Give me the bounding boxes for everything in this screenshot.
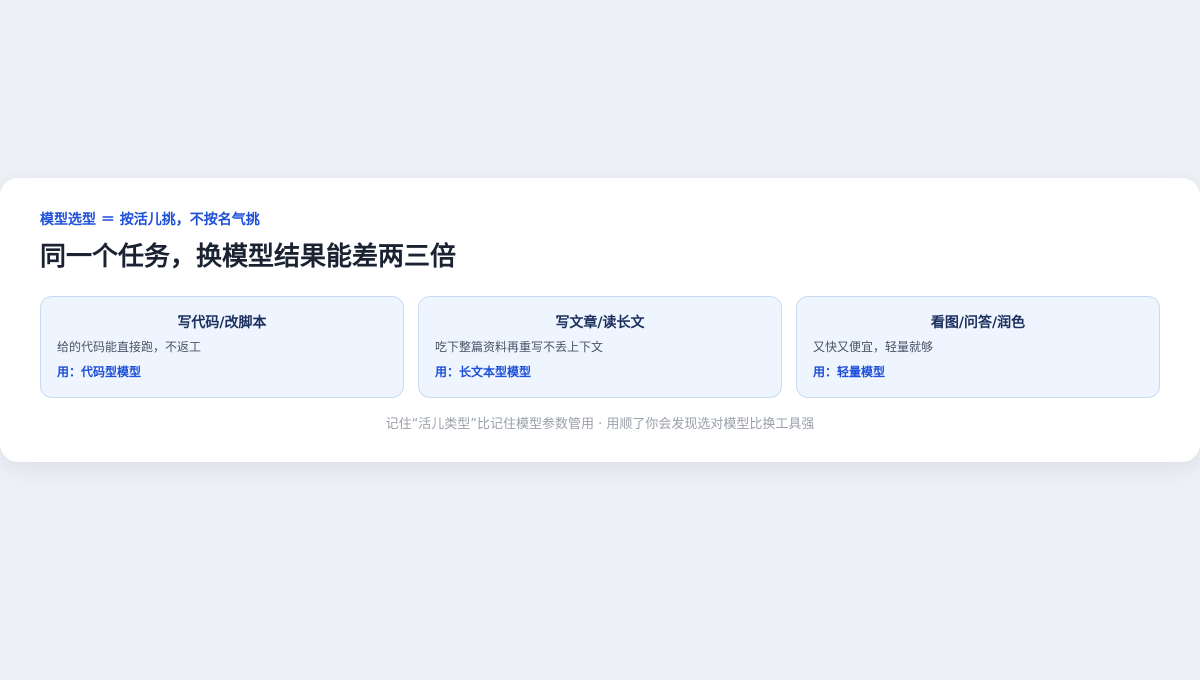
info-card: 模型选型 ＝ 按活儿挑，不按名气挑 同一个任务，换模型结果能差两三倍 写代码/改… xyxy=(0,178,1200,462)
tile-writing: 写文章/读长文 吃下整篇资料再重写不丢上下文 用：长文本型模型 xyxy=(418,296,782,398)
tile-title: 写代码/改脚本 xyxy=(177,315,267,331)
tile-title: 写文章/读长文 xyxy=(555,315,645,331)
tile-recommendation: 用：轻量模型 xyxy=(813,365,886,379)
task-tiles: 写代码/改脚本 给的代码能直接跑，不返工 用：代码型模型 写文章/读长文 吃下整… xyxy=(40,296,1160,398)
footnote: 记住“活儿类型”比记住模型参数管用 · 用顺了你会发现选对模型比换工具强 xyxy=(385,417,815,432)
tile-title: 看图/问答/润色 xyxy=(930,315,1026,331)
tile-description: 给的代码能直接跑，不返工 xyxy=(57,340,202,354)
tile-recommendation: 用：长文本型模型 xyxy=(435,365,532,379)
tile-description: 吃下整篇资料再重写不丢上下文 xyxy=(435,340,604,354)
tile-coding: 写代码/改脚本 给的代码能直接跑，不返工 用：代码型模型 xyxy=(40,296,404,398)
kicker-text: 模型选型 ＝ 按活儿挑，不按名气挑 xyxy=(40,212,260,228)
tile-recommendation: 用：代码型模型 xyxy=(57,365,142,379)
tile-lightweight: 看图/问答/润色 又快又便宜，轻量就够 用：轻量模型 xyxy=(796,296,1160,398)
tile-description: 又快又便宜，轻量就够 xyxy=(813,340,934,354)
page-title: 同一个任务，换模型结果能差两三倍 xyxy=(40,242,457,272)
